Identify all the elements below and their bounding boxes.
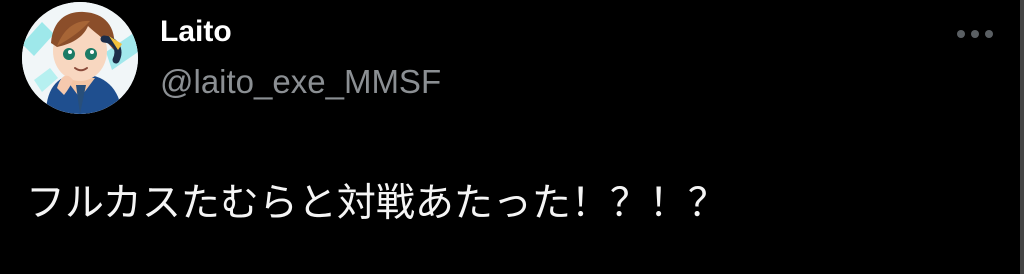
- anime-boy-avatar-icon: [22, 2, 138, 114]
- more-options-icon: [957, 30, 965, 38]
- more-options-icon: [985, 30, 993, 38]
- tweet-card: Laito @laito_exe_MMSF フルカスたむらと対戦あたった！？！？: [0, 0, 1024, 274]
- more-options-button[interactable]: [950, 20, 1000, 48]
- right-edge-divider: [1020, 0, 1024, 274]
- user-handle[interactable]: @laito_exe_MMSF: [160, 60, 441, 104]
- avatar[interactable]: [22, 2, 138, 114]
- more-options-icon: [971, 30, 979, 38]
- tweet-text: フルカスたむらと対戦あたった！？！？: [26, 181, 727, 226]
- display-name[interactable]: Laito: [160, 12, 232, 52]
